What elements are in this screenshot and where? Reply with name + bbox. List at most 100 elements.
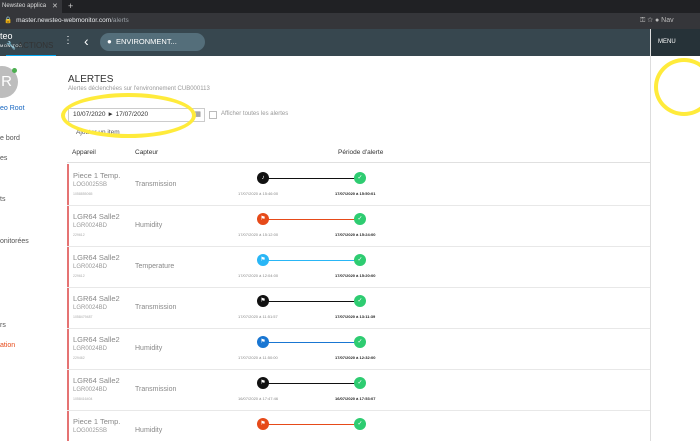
- column-header-device[interactable]: Appareil: [72, 149, 96, 156]
- device-id: 229612: [73, 233, 85, 237]
- table-row-separator: [67, 369, 650, 370]
- alert-period-line: [263, 219, 359, 220]
- alert-period-line: [263, 383, 359, 384]
- sidebar-item-rs[interactable]: rs: [0, 322, 6, 329]
- more-vert-icon[interactable]: ⋮: [63, 35, 73, 47]
- alert-end-check-icon[interactable]: ✓: [354, 172, 366, 184]
- menu-header: MENU: [651, 29, 700, 56]
- url-field[interactable]: 🔒 master.newsteo-webmonitor.com/alerts: [4, 15, 634, 27]
- sidebar-item-dashboard[interactable]: e bord: [0, 135, 20, 142]
- alert-end-check-icon[interactable]: ✓: [354, 377, 366, 389]
- show-all-checkbox[interactable]: [209, 111, 217, 119]
- actions-title: 🔧 ACTIONS: [6, 41, 54, 50]
- url-path: /alerts: [111, 17, 129, 24]
- device-name[interactable]: LGR64 Salle2: [73, 294, 120, 303]
- device-name[interactable]: LGR64 Salle2: [73, 335, 120, 344]
- device-id: 1058479487: [73, 315, 93, 319]
- device-code: LGR0024BD: [73, 264, 108, 270]
- page-subtitle: Alertes déclenchées sur l'environnement …: [68, 86, 210, 92]
- alert-end-time: 17/07/2020 à 15:24:00: [335, 232, 376, 237]
- lock-icon: 🔒: [4, 17, 13, 24]
- environment-label: ENVIRONMENT...: [116, 37, 177, 46]
- alert-start-flag-icon[interactable]: ⚑: [257, 336, 269, 348]
- page-title: ALERTES: [68, 74, 114, 85]
- device-name[interactable]: LGR64 Salle2: [73, 212, 120, 221]
- online-status-dot: [12, 68, 17, 73]
- chevron-left-icon[interactable]: ‹: [84, 32, 89, 50]
- device-name[interactable]: LGR64 Salle2: [73, 376, 120, 385]
- alert-start-flag-icon[interactable]: ⚑: [257, 213, 269, 225]
- sensor-name: Transmission: [135, 304, 177, 311]
- table-row-separator: [67, 205, 650, 206]
- sensor-name: Transmission: [135, 181, 177, 188]
- sensor-name: Humidity: [135, 427, 163, 434]
- alert-start-time: 17/07/2020 à 11:51:57: [238, 314, 278, 319]
- device-code: LGR0024BD: [73, 387, 108, 393]
- app-topbar: [0, 29, 650, 56]
- column-header-period[interactable]: Période d'alerte: [338, 149, 383, 156]
- alert-start-flag-icon[interactable]: ⚑: [257, 254, 269, 266]
- table-row-separator: [67, 410, 650, 411]
- device-id: 1058855065: [73, 192, 93, 196]
- sensor-name: Temperature: [135, 263, 175, 270]
- profile-avatar-icon[interactable]: ●: [655, 17, 659, 24]
- device-name[interactable]: LGR64 Salle2: [73, 253, 120, 262]
- alert-end-time: 16/07/2020 à 17:53:07: [335, 396, 376, 401]
- alert-start-time: 17/07/2020 à 15:46:00: [238, 191, 279, 196]
- alert-period-line: [263, 260, 359, 261]
- alert-end-check-icon[interactable]: ✓: [354, 295, 366, 307]
- device-code: LGR0024BD: [73, 305, 108, 311]
- device-code: LOG0025SB: [73, 428, 108, 434]
- wrench-icon: 🔧: [6, 41, 16, 50]
- alert-start-flag-icon[interactable]: ⚑: [257, 377, 269, 389]
- sensor-name: Humidity: [135, 345, 163, 352]
- alert-start-flag-icon[interactable]: ⚑: [257, 418, 269, 430]
- browser-toolbar-icons: ⚿ ☆ ● Nav: [640, 13, 674, 29]
- new-tab-button[interactable]: +: [68, 0, 73, 12]
- table-row-separator: [67, 328, 650, 329]
- device-name[interactable]: Piece 1 Temp.: [73, 417, 120, 426]
- alert-end-time: 17/07/2020 à 15:20:00: [335, 273, 376, 278]
- tab-close-icon[interactable]: ✕: [52, 0, 58, 13]
- location-pin-icon: ●: [107, 37, 112, 46]
- sidebar-item-ts[interactable]: ts: [0, 196, 5, 203]
- device-code: LGR0024BD: [73, 346, 108, 352]
- alert-start-flag-icon[interactable]: ⚑: [257, 295, 269, 307]
- sidebar-user-name[interactable]: eo Root: [0, 105, 25, 112]
- url-host: master.newsteo-webmonitor.com: [16, 17, 112, 24]
- browser-tab-bar: [0, 0, 700, 13]
- sensor-name: Transmission: [135, 386, 177, 393]
- profile-label[interactable]: Nav: [661, 17, 673, 24]
- sidebar-item-es[interactable]: es: [0, 155, 7, 162]
- device-id: 1058416404: [73, 397, 93, 401]
- alert-start-time: 17/07/2020 à 12:04:00: [238, 273, 279, 278]
- show-all-label: Afficher toutes les alertes: [221, 111, 289, 117]
- column-header-sensor[interactable]: Capteur: [135, 149, 158, 156]
- tab-title: Newsteo applica: [2, 3, 47, 9]
- alert-start-time: 17/07/2020 à 11:50:00: [238, 355, 278, 360]
- star-icon[interactable]: ☆: [647, 17, 653, 24]
- alert-period-line: [263, 301, 359, 302]
- alert-period-line: [263, 342, 359, 343]
- device-id: 229612: [73, 274, 85, 278]
- highlight-circle-date: [61, 93, 196, 138]
- alert-start-bell-icon[interactable]: ♪: [257, 172, 269, 184]
- alert-end-time: 17/07/2020 à 12:32:00: [335, 355, 376, 360]
- alert-end-check-icon[interactable]: ✓: [354, 336, 366, 348]
- environment-selector-button[interactable]: ● ENVIRONMENT...: [100, 33, 205, 51]
- logo-text: teo: [0, 31, 13, 41]
- table-row-separator: [67, 246, 650, 247]
- device-code: LOG0025SB: [73, 182, 108, 188]
- sidebar-item-alerts[interactable]: ation: [0, 342, 15, 349]
- alert-start-time: 17/07/2020 à 15:12:00: [238, 232, 279, 237]
- alert-end-check-icon[interactable]: ✓: [354, 418, 366, 430]
- alert-end-time: 17/07/2020 à 15:50:01: [335, 191, 376, 196]
- key-icon[interactable]: ⚿: [640, 17, 645, 24]
- alert-end-check-icon[interactable]: ✓: [354, 254, 366, 266]
- device-name[interactable]: Piece 1 Temp.: [73, 171, 120, 180]
- sensor-name: Humidity: [135, 222, 163, 229]
- table-row-separator: [67, 287, 650, 288]
- alert-end-check-icon[interactable]: ✓: [354, 213, 366, 225]
- sidebar-item-monitored[interactable]: onitorées: [0, 238, 29, 245]
- alert-end-time: 17/07/2020 à 13:11:39: [335, 314, 376, 319]
